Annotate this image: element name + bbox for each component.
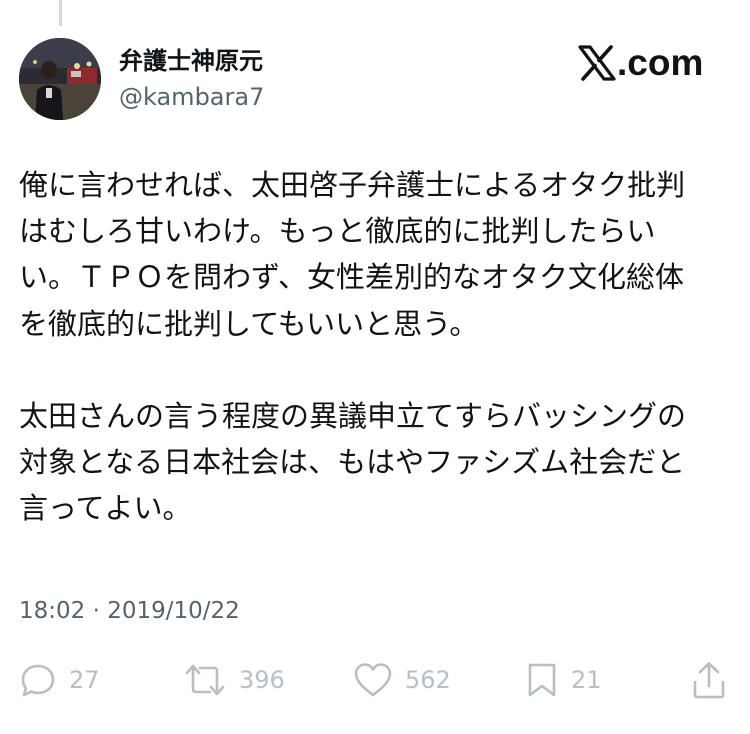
like-count: 562 bbox=[405, 666, 451, 694]
share-icon bbox=[693, 662, 725, 699]
tweet-text-line: い。ＴＰＯを問わず、女性差別的なオタク文化総体 bbox=[19, 260, 684, 295]
tweet-action-bar: 27 396 562 21 bbox=[0, 658, 750, 702]
share-button[interactable] bbox=[691, 658, 727, 702]
reply-count: 27 bbox=[69, 666, 100, 694]
tweet-timestamp[interactable]: 18:02 · 2019/10/22 bbox=[19, 595, 240, 627]
thread-connector-line bbox=[59, 0, 62, 26]
reply-icon bbox=[21, 664, 55, 697]
tweet-text-line: はむしろ甘いわけ。もっと徹底的に批判したらい bbox=[19, 214, 656, 249]
tweet-text-line: 対象となる日本社会は、もはやファシズム社会だと bbox=[19, 445, 686, 480]
user-handle[interactable]: @kambara7 bbox=[119, 82, 264, 112]
bookmark-button[interactable]: 21 bbox=[525, 658, 602, 702]
tweet-text: 俺に言わせれば、太田啓子弁護士によるオタク批判 はむしろ甘いわけ。もっと徹底的に… bbox=[19, 162, 731, 532]
tweet-text-line: 俺に言わせれば、太田啓子弁護士によるオタク批判 bbox=[19, 168, 686, 202]
tweet-text-line: を徹底的に批判してもいいと思う。 bbox=[19, 306, 479, 341]
x-com-logo: .com bbox=[578, 42, 703, 84]
x-logo-icon bbox=[578, 45, 616, 81]
retweet-count: 396 bbox=[239, 666, 285, 694]
bookmark-count: 21 bbox=[571, 666, 602, 694]
like-button[interactable]: 562 bbox=[353, 658, 451, 702]
retweet-icon bbox=[185, 664, 225, 696]
avatar-photo bbox=[19, 38, 101, 120]
heart-icon bbox=[354, 663, 392, 697]
tweet-text-line: 言ってよい。 bbox=[19, 491, 192, 526]
bookmark-icon bbox=[528, 663, 556, 697]
retweet-button[interactable]: 396 bbox=[183, 658, 285, 702]
brand-domain-text: .com bbox=[617, 42, 704, 83]
display-name[interactable]: 弁護士神原元 bbox=[119, 46, 263, 76]
reply-button[interactable]: 27 bbox=[19, 658, 100, 702]
paragraph-break bbox=[19, 347, 731, 393]
avatar[interactable] bbox=[19, 38, 101, 120]
tweet-text-line: 太田さんの言う程度の異議申立てすらバッシングの bbox=[19, 398, 687, 433]
